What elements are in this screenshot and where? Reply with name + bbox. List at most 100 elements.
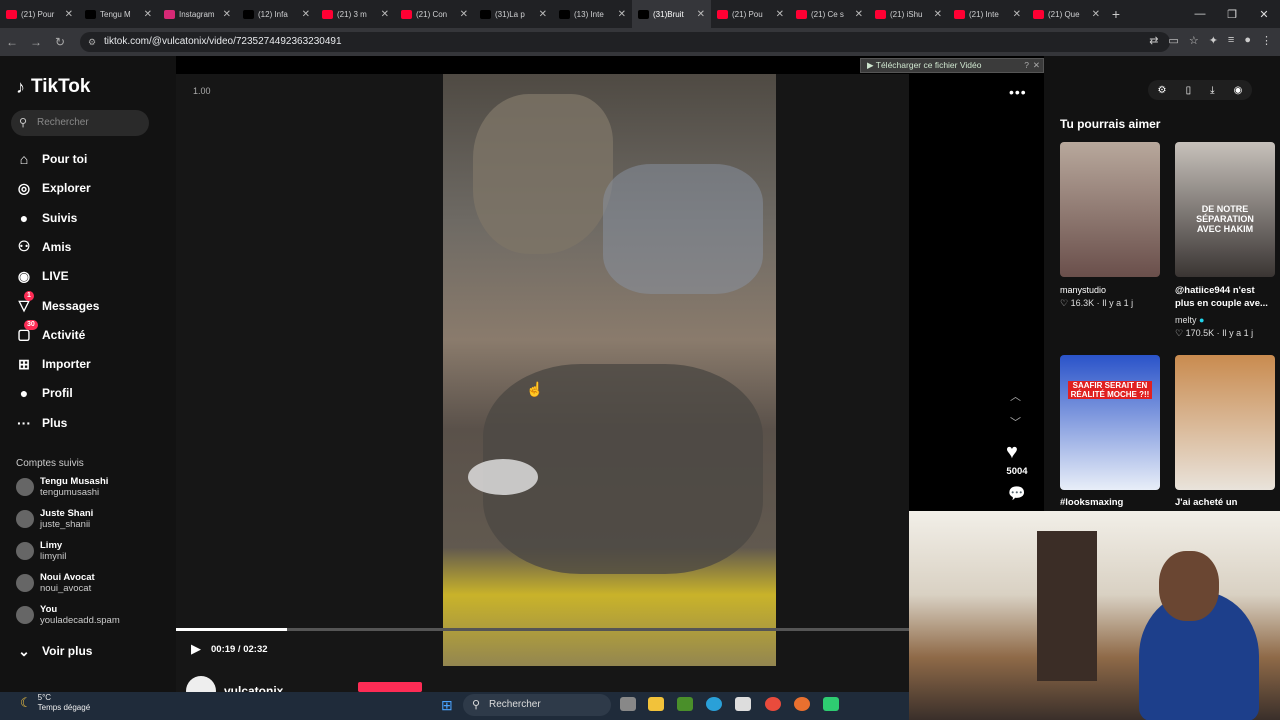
minimize-icon[interactable]: —: [1184, 8, 1216, 20]
search-input[interactable]: ⚲ Rechercher: [11, 110, 149, 136]
nav-item[interactable]: ● Suivis: [16, 207, 78, 229]
download-icon[interactable]: ⤓: [1210, 85, 1214, 96]
extensions-icon[interactable]: ✦: [1209, 34, 1218, 47]
nvidia-icon[interactable]: [677, 697, 693, 711]
tab-close-icon[interactable]: ✕: [1092, 9, 1100, 20]
tab-close-icon[interactable]: ✕: [855, 9, 863, 20]
firefox-icon[interactable]: [794, 697, 810, 711]
store-icon[interactable]: [735, 697, 751, 711]
tab-close-icon[interactable]: ✕: [65, 9, 73, 20]
tab-close-icon[interactable]: ✕: [697, 9, 705, 20]
browser-tab[interactable]: (21) Que ✕: [1027, 0, 1106, 28]
tab-close-icon[interactable]: ✕: [302, 9, 310, 20]
nav-item[interactable]: ▽ 1 Messages: [16, 291, 99, 317]
bookmark-star-icon[interactable]: ☆: [1189, 34, 1199, 47]
cast-icon[interactable]: ▭: [1168, 34, 1178, 47]
browser-tab[interactable]: (31)Bruit ✕: [632, 0, 711, 28]
tab-close-icon[interactable]: ✕: [223, 9, 231, 20]
video-progress-bar[interactable]: [176, 628, 909, 631]
media-icon[interactable]: ≡: [1228, 34, 1234, 47]
tab-close-icon[interactable]: ✕: [381, 9, 389, 20]
user-avatar-icon[interactable]: ◉: [1234, 85, 1243, 96]
followed-account[interactable]: Juste Shani juste_shanii: [16, 508, 93, 530]
url-field[interactable]: ⚙ tiktok.com/@vulcatonix/video/723527449…: [80, 32, 1170, 52]
translate-icon[interactable]: ⇄: [1149, 34, 1158, 47]
file-explorer-icon[interactable]: [648, 697, 664, 711]
phone-icon[interactable]: ▯: [1186, 85, 1192, 96]
nav-item[interactable]: ▢ 30 Activité: [16, 320, 85, 346]
tab-close-icon[interactable]: ✕: [934, 9, 942, 20]
video-content: [473, 94, 613, 254]
download-banner[interactable]: ▶ Télécharger ce fichier Vidéo ? ✕: [860, 58, 1044, 73]
recommend-card-thumbnail[interactable]: [1060, 142, 1160, 277]
browser-tab[interactable]: (21) Pour ✕: [0, 0, 79, 28]
tab-close-icon[interactable]: ✕: [460, 9, 468, 20]
tab-close-icon[interactable]: ✕: [539, 9, 547, 20]
recommend-card-thumbnail[interactable]: SAAFIR SERAIT EN RÉALITÉ MOCHE ?!!: [1060, 355, 1160, 490]
recommend-card-title[interactable]: manystudio: [1060, 284, 1106, 297]
followed-account[interactable]: Limy limynil: [16, 540, 66, 562]
nav-item[interactable]: ⊞ Importer: [16, 353, 91, 375]
tiktok-logo[interactable]: ♪ TikTok: [16, 76, 90, 98]
tab-close-icon[interactable]: ✕: [776, 9, 784, 20]
tab-close-icon[interactable]: ✕: [144, 9, 152, 20]
browser-tab[interactable]: (21) 3 m ✕: [316, 0, 395, 28]
browser-tab[interactable]: (21) Con ✕: [395, 0, 474, 28]
nav-item[interactable]: ◎ Explorer: [16, 177, 91, 199]
previous-video-icon[interactable]: ︿: [1010, 388, 1021, 404]
play-icon[interactable]: ▶: [191, 641, 201, 657]
reload-icon[interactable]: ↻: [48, 35, 72, 49]
browser-tab[interactable]: (21) iShu ✕: [869, 0, 948, 28]
menu-kebab-icon[interactable]: ⋮: [1261, 34, 1272, 47]
following-avatar-icon: ●: [19, 209, 29, 226]
comment-icon[interactable]: 💬: [1008, 485, 1025, 502]
more-options-icon[interactable]: •••: [1009, 84, 1027, 100]
maximize-icon[interactable]: ❐: [1216, 8, 1248, 21]
next-video-icon[interactable]: ﹀: [1010, 414, 1021, 430]
nav-item[interactable]: ⚇ Amis: [16, 236, 72, 258]
edge-icon[interactable]: [706, 697, 722, 711]
weather-widget[interactable]: ☾ 5°C Temps dégagé: [20, 693, 90, 713]
chrome-icon[interactable]: [765, 697, 781, 711]
recommend-card-thumbnail[interactable]: [1175, 355, 1275, 490]
followed-account[interactable]: Tengu Musashi tengumusashi: [16, 476, 108, 498]
browser-tab[interactable]: (12) Infa ✕: [237, 0, 316, 28]
back-icon[interactable]: ←: [0, 35, 24, 49]
new-tab-button[interactable]: +: [1106, 6, 1126, 22]
recommend-card-title[interactable]: @hatiice944 n'est plus en couple ave...: [1175, 284, 1275, 310]
browser-tab[interactable]: Tengu M ✕: [79, 0, 158, 28]
follow-button[interactable]: [358, 682, 422, 692]
recommend-card-thumbnail[interactable]: DE NOTRE SÉPARATION AVEC HAKIM: [1175, 142, 1275, 277]
tab-close-icon[interactable]: ✕: [1013, 9, 1021, 20]
profile-avatar-icon[interactable]: ●: [1244, 34, 1251, 47]
browser-tab[interactable]: (21) Ce s ✕: [790, 0, 869, 28]
browser-tab[interactable]: (13) Inte ✕: [553, 0, 632, 28]
recommend-card-title[interactable]: J'ai acheté un: [1175, 496, 1237, 509]
nav-item[interactable]: ◉ LIVE: [16, 265, 69, 287]
task-view-icon[interactable]: [620, 697, 636, 711]
followed-account[interactable]: You youladecadd.spam: [16, 604, 120, 626]
recommend-card-title[interactable]: #looksmaxing: [1060, 496, 1123, 509]
browser-tab[interactable]: (21) Pou ✕: [711, 0, 790, 28]
site-info-icon[interactable]: ⚙: [88, 32, 96, 52]
video-frame[interactable]: [443, 74, 776, 666]
close-icon[interactable]: ✕: [1033, 59, 1040, 72]
help-icon[interactable]: ?: [1024, 59, 1029, 72]
nav-item[interactable]: ● Profil: [16, 382, 73, 404]
followed-account[interactable]: Noui Avocat noui_avocat: [16, 572, 95, 594]
browser-tab[interactable]: Instagram ✕: [158, 0, 237, 28]
app-icon[interactable]: [823, 697, 839, 711]
close-window-icon[interactable]: ✕: [1248, 8, 1280, 21]
settings-icon[interactable]: ⚙: [1158, 85, 1167, 96]
browser-tab[interactable]: (21) Inte ✕: [948, 0, 1027, 28]
browser-tab[interactable]: (31)La p ✕: [474, 0, 553, 28]
see-more-button[interactable]: ⌄ Voir plus: [16, 640, 92, 662]
nav-item[interactable]: ··· Plus: [16, 412, 67, 434]
forward-icon[interactable]: →: [24, 35, 48, 49]
nav-item[interactable]: ⌂ Pour toi: [16, 148, 88, 170]
playback-speed[interactable]: 1.00: [193, 86, 211, 96]
like-heart-icon[interactable]: ♥: [1006, 441, 1018, 464]
windows-start-icon[interactable]: ⊞: [441, 697, 453, 714]
tab-close-icon[interactable]: ✕: [618, 9, 626, 20]
taskbar-search[interactable]: ⚲ Rechercher: [463, 694, 611, 716]
